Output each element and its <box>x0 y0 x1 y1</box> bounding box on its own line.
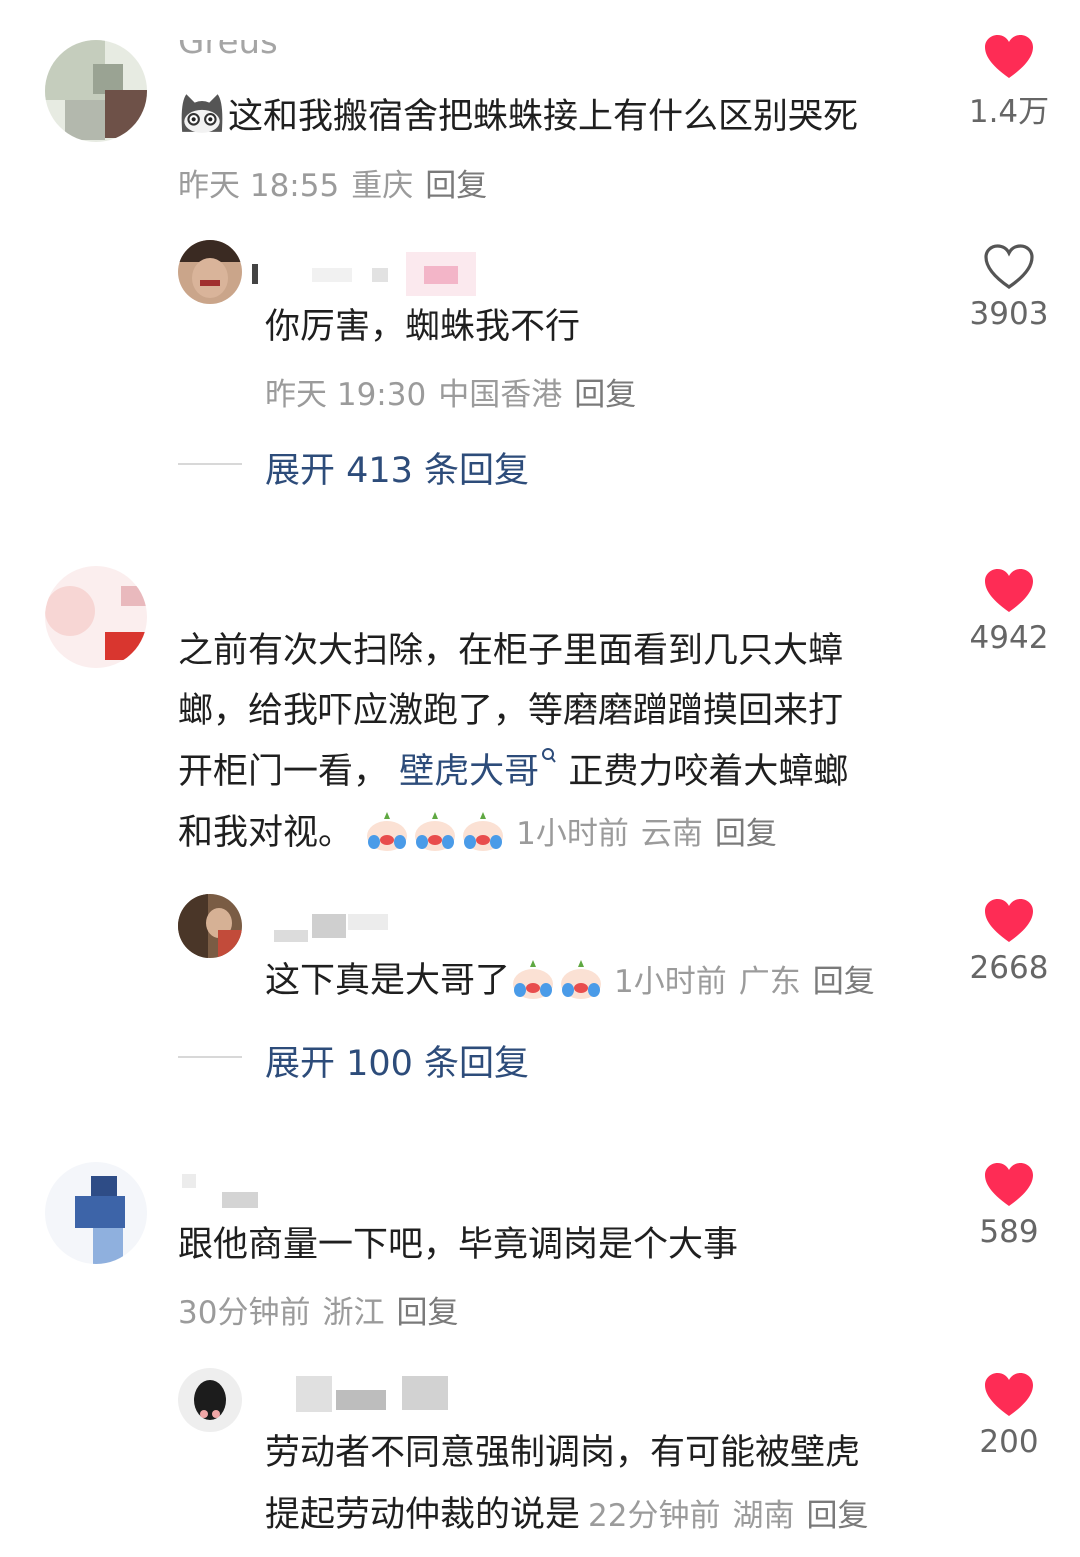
heart-icon <box>985 569 1033 612</box>
like-button[interactable]: 200 <box>954 1372 1064 1460</box>
reply-meta: 昨天 19:30 中国香港 回复 <box>265 369 648 414</box>
heart-icon <box>985 35 1033 78</box>
heart-icon <box>984 244 1034 289</box>
comment-text: 螂，给我吓应激跑了，等磨磨蹭蹭摸回来打 <box>178 691 844 731</box>
reply-time: 22分钟前 <box>588 1498 721 1534</box>
reply-location: 中国香港 <box>438 377 563 413</box>
like-button[interactable]: 2668 <box>954 898 1064 986</box>
crying-emoji-icon <box>561 960 602 999</box>
crying-emoji-icon <box>367 812 408 851</box>
reply-location: 广东 <box>738 964 801 1000</box>
reply-button[interactable]: 回复 <box>813 964 875 1000</box>
reply-meta: 1小时前 广东 回复 <box>614 964 887 1000</box>
reply-time: 昨天 19:30 <box>265 377 427 413</box>
comment-text: 跟他商量一下吧，毕竟调岗是个大事 <box>178 1225 739 1265</box>
like-button[interactable]: 1.4万 <box>954 34 1064 131</box>
reply-text: 这下真是大哥了 1小时前 广东 回复 <box>265 950 887 1013</box>
reply-button[interactable]: 回复 <box>715 816 777 852</box>
comment-text: 这和我搬宿舍把蛛蛛接上有什么区别哭死 <box>178 86 858 148</box>
expand-replies-button[interactable]: 展开 100 条回复 <box>265 1035 529 1086</box>
reply-location: 湖南 <box>732 1498 795 1534</box>
nickname[interactable] <box>178 1170 268 1210</box>
comment-time: 1小时前 <box>516 816 629 852</box>
like-button[interactable]: 589 <box>954 1162 1064 1250</box>
crying-emoji-icon <box>415 812 456 851</box>
comment-text: 和我对视。 1小时前 云南 回复 <box>178 802 789 865</box>
comment-meta: 昨天 18:55 重庆 回复 <box>178 160 499 205</box>
divider <box>178 1056 242 1058</box>
avatar[interactable] <box>45 1162 147 1264</box>
heart-icon <box>985 1373 1033 1416</box>
like-count: 200 <box>979 1424 1039 1460</box>
divider <box>178 463 242 465</box>
heart-icon <box>985 1163 1033 1206</box>
comment-meta: 1小时前 云南 回复 <box>516 816 789 852</box>
nickname[interactable]: Greus <box>178 40 288 68</box>
like-count: 4942 <box>969 620 1049 656</box>
reply-text: 提起劳动仲裁的说是 22分钟前 湖南 回复 <box>265 1484 880 1547</box>
reply-time: 1小时前 <box>614 964 727 1000</box>
avatar[interactable] <box>178 240 242 304</box>
comment-meta: 30分钟前 浙江 回复 <box>178 1287 470 1332</box>
comment-time: 昨天 18:55 <box>178 168 340 204</box>
avatar[interactable] <box>45 40 147 142</box>
crying-emoji-icon <box>513 960 554 999</box>
like-count: 589 <box>979 1214 1039 1250</box>
crying-emoji-icon <box>463 812 504 851</box>
reply-button[interactable]: 回复 <box>574 377 636 413</box>
nickname[interactable] <box>252 252 482 296</box>
reply-button[interactable]: 回复 <box>806 1498 868 1534</box>
like-count: 3903 <box>969 296 1049 332</box>
comment-text: 之前有次大扫除，在柜子里面看到几只大蟑 <box>178 631 844 671</box>
avatar[interactable] <box>178 1368 242 1432</box>
comment-time: 30分钟前 <box>178 1295 311 1331</box>
avatar[interactable] <box>178 894 242 958</box>
reply-text: 劳动者不同意强制调岗，有可能被壁虎 <box>265 1433 861 1473</box>
avatar[interactable] <box>45 566 147 668</box>
comment-location: 重庆 <box>351 168 414 204</box>
reply-meta: 22分钟前 湖南 回复 <box>588 1498 880 1534</box>
heart-icon <box>985 899 1033 942</box>
nickname[interactable] <box>252 906 392 946</box>
reply-text: 你厉害，蜘蛛我不行 <box>265 307 581 347</box>
cat-emoji-icon <box>181 94 223 133</box>
comment-text: 开柜门一看， 壁虎大哥 正费力咬着大蟑螂 <box>178 741 848 803</box>
like-button[interactable]: 3903 <box>954 244 1064 332</box>
nickname[interactable] <box>252 1376 452 1416</box>
comment-location: 浙江 <box>322 1295 385 1331</box>
reply-button[interactable]: 回复 <box>396 1295 458 1331</box>
like-count: 2668 <box>969 950 1049 986</box>
reply-button[interactable]: 回复 <box>425 168 487 204</box>
like-count: 1.4万 <box>968 94 1050 130</box>
comment-location: 云南 <box>640 816 703 852</box>
like-button[interactable]: 4942 <box>954 568 1064 656</box>
expand-replies-button[interactable]: 展开 413 条回复 <box>265 442 529 493</box>
search-link[interactable]: 壁虎大哥 <box>399 748 557 792</box>
search-icon <box>542 748 556 763</box>
